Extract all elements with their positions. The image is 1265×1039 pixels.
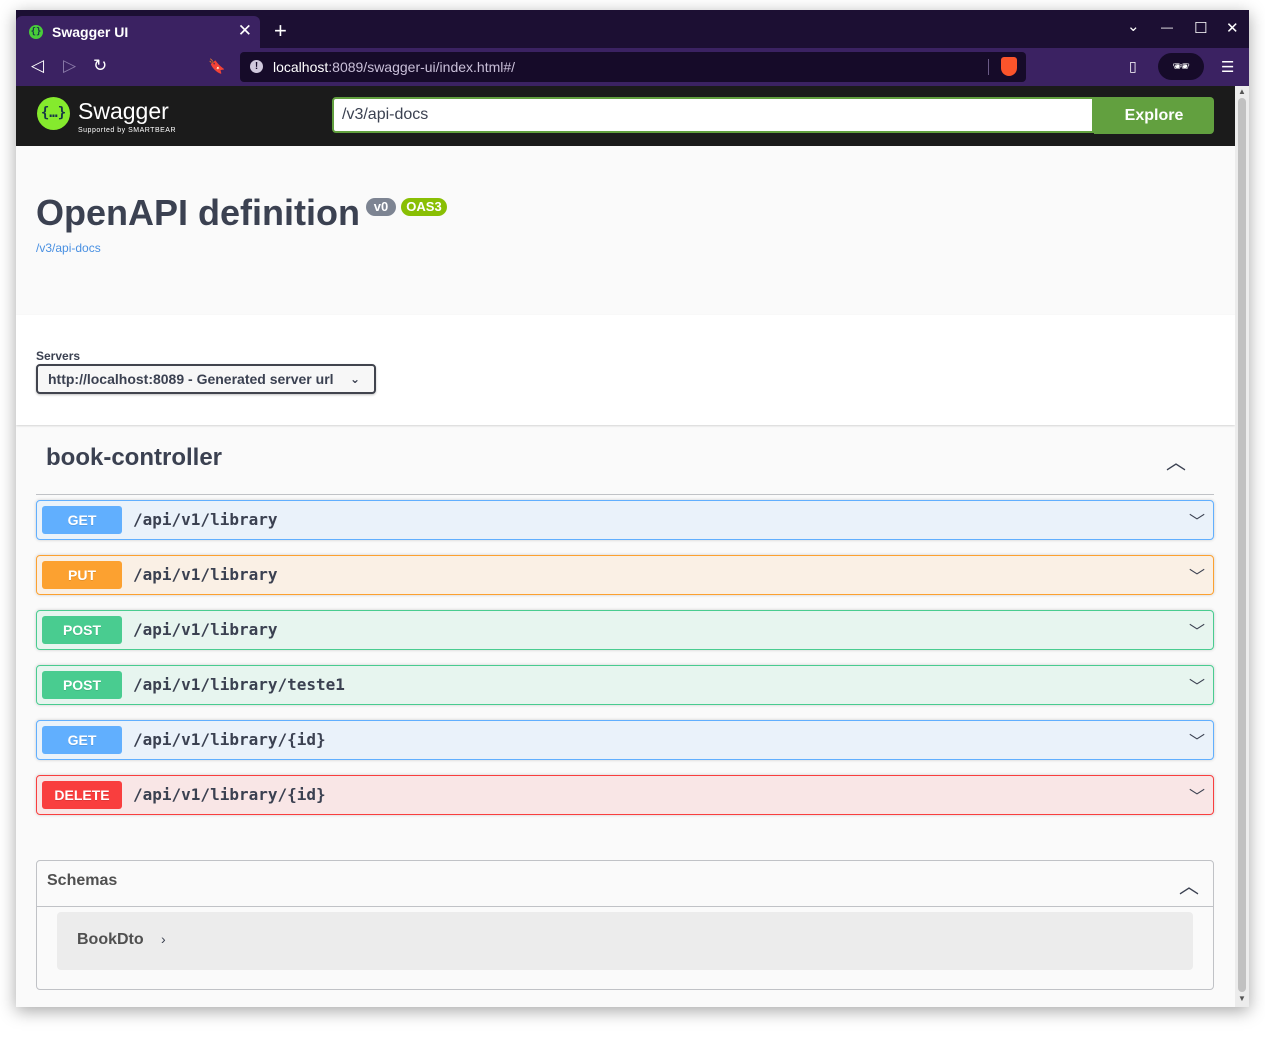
swagger-favicon-icon: {} <box>29 25 43 39</box>
operation-get-library[interactable]: GET /api/v1/library ﹀ <box>36 500 1214 540</box>
scroll-down-icon[interactable]: ▼ <box>1238 994 1246 1003</box>
version-badge: v0 <box>366 198 396 216</box>
api-title: OpenAPI definition <box>36 192 360 233</box>
chevron-right-icon: › <box>161 931 166 947</box>
url-host: localhost <box>273 59 329 75</box>
collapse-schemas-icon[interactable]: ︿ <box>1179 870 1199 899</box>
minimize-button[interactable]: — <box>1161 20 1173 34</box>
servers-label: Servers <box>36 349 81 363</box>
tag-title[interactable]: book-controller <box>46 444 222 472</box>
chevron-down-icon[interactable]: ﹀ <box>1189 618 1205 642</box>
collapse-tag-icon[interactable]: ︿ <box>1166 446 1186 475</box>
spec-url-input[interactable] <box>332 97 1094 133</box>
address-separator <box>988 59 989 75</box>
spec-link[interactable]: /v3/api-docs <box>36 241 101 255</box>
reader-mode-icon[interactable]: 🕶 <box>1158 53 1204 80</box>
schemas-header[interactable]: Schemas ︿ <box>37 861 1213 907</box>
swagger-page: {…} Swagger Supported by SMARTBEAR Explo… <box>16 86 1235 1007</box>
reload-button[interactable]: ↻ <box>93 56 107 76</box>
browser-tab[interactable]: {} Swagger UI ✕ <box>16 16 260 48</box>
scrollbar-thumb[interactable] <box>1238 98 1246 992</box>
chevron-down-icon[interactable]: ﹀ <box>1189 563 1205 587</box>
brave-shields-icon[interactable] <box>1001 57 1017 76</box>
operation-post-library-teste1[interactable]: POST /api/v1/library/teste1 ﹀ <box>36 665 1214 705</box>
swagger-topbar: {…} Swagger Supported by SMARTBEAR Explo… <box>16 86 1235 146</box>
operation-delete-library-id[interactable]: DELETE /api/v1/library/{id} ﹀ <box>36 775 1214 815</box>
servers-section: Servers http://localhost:8089 - Generate… <box>16 315 1235 425</box>
servers-select[interactable]: http://localhost:8089 - Generated server… <box>36 364 376 394</box>
address-bar[interactable]: ! localhost:8089/swagger-ui/index.html#/ <box>240 52 1026 82</box>
chevron-down-icon[interactable]: ﹀ <box>1189 508 1205 532</box>
back-button[interactable]: ◁ <box>31 56 44 76</box>
method-badge: PUT <box>42 561 122 589</box>
operation-get-library-id[interactable]: GET /api/v1/library/{id} ﹀ <box>36 720 1214 760</box>
tab-close-icon[interactable]: ✕ <box>238 21 252 41</box>
chevron-down-icon[interactable]: ﹀ <box>1189 783 1205 807</box>
forward-button[interactable]: ▷ <box>63 56 76 76</box>
scroll-up-icon[interactable]: ▲ <box>1238 87 1246 96</box>
operation-put-library[interactable]: PUT /api/v1/library ﹀ <box>36 555 1214 595</box>
explore-button[interactable]: Explore <box>1094 97 1214 134</box>
bookmark-icon[interactable]: 🔖 <box>208 58 225 75</box>
tab-title: Swagger UI <box>52 24 129 40</box>
servers-selected-value: http://localhost:8089 - Generated server… <box>48 371 334 387</box>
schemas-section: Schemas ︿ BookDto › <box>36 860 1214 990</box>
operation-path: /api/v1/library/teste1 <box>133 675 345 694</box>
tab-bar: {} Swagger UI ✕ + ⌄ — ☐ ✕ <box>16 10 1249 48</box>
schemas-title: Schemas <box>47 872 118 889</box>
browser-window: {} Swagger UI ✕ + ⌄ — ☐ ✕ ◁ ▷ ↻ 🔖 ! loca… <box>16 10 1249 1007</box>
new-tab-button[interactable]: + <box>274 20 287 42</box>
operation-post-library[interactable]: POST /api/v1/library ﹀ <box>36 610 1214 650</box>
navigation-bar: ◁ ▷ ↻ 🔖 ! localhost:8089/swagger-ui/inde… <box>16 48 1249 86</box>
maximize-button[interactable]: ☐ <box>1194 19 1207 37</box>
method-badge: GET <box>42 506 122 534</box>
menu-icon[interactable]: ☰ <box>1221 58 1234 76</box>
model-name: BookDto <box>77 931 144 948</box>
model-bookdto[interactable]: BookDto › <box>57 912 1193 970</box>
window-close-button[interactable]: ✕ <box>1226 19 1239 37</box>
method-badge: DELETE <box>42 781 122 809</box>
operation-path: /api/v1/library/{id} <box>133 730 326 749</box>
swagger-logo-icon[interactable]: {…} <box>37 97 70 130</box>
method-badge: GET <box>42 726 122 754</box>
url-path: :8089/swagger-ui/index.html#/ <box>328 59 516 75</box>
operation-path: /api/v1/library/{id} <box>133 785 326 804</box>
chevron-down-icon[interactable]: ﹀ <box>1189 728 1205 752</box>
oas-badge: OAS3 <box>401 198 447 216</box>
chevron-down-icon[interactable]: ﹀ <box>1189 673 1205 697</box>
tab-list-dropdown-icon[interactable]: ⌄ <box>1127 17 1140 35</box>
operation-path: /api/v1/library <box>133 510 278 529</box>
url-text: localhost:8089/swagger-ui/index.html#/ <box>273 59 515 75</box>
operation-path: /api/v1/library <box>133 620 278 639</box>
method-badge: POST <box>42 671 122 699</box>
method-badge: POST <box>42 616 122 644</box>
operation-path: /api/v1/library <box>133 565 278 584</box>
supported-by-smartbear: Supported by SMARTBEAR <box>78 127 177 134</box>
chevron-down-icon: ⌄ <box>349 372 360 386</box>
vertical-scrollbar[interactable]: ▲ ▼ <box>1235 86 1249 1007</box>
sidebar-icon[interactable]: ▯ <box>1129 58 1137 75</box>
swagger-brand[interactable]: Swagger <box>78 98 169 125</box>
tag-divider <box>36 494 1214 495</box>
site-info-icon[interactable]: ! <box>250 60 263 73</box>
